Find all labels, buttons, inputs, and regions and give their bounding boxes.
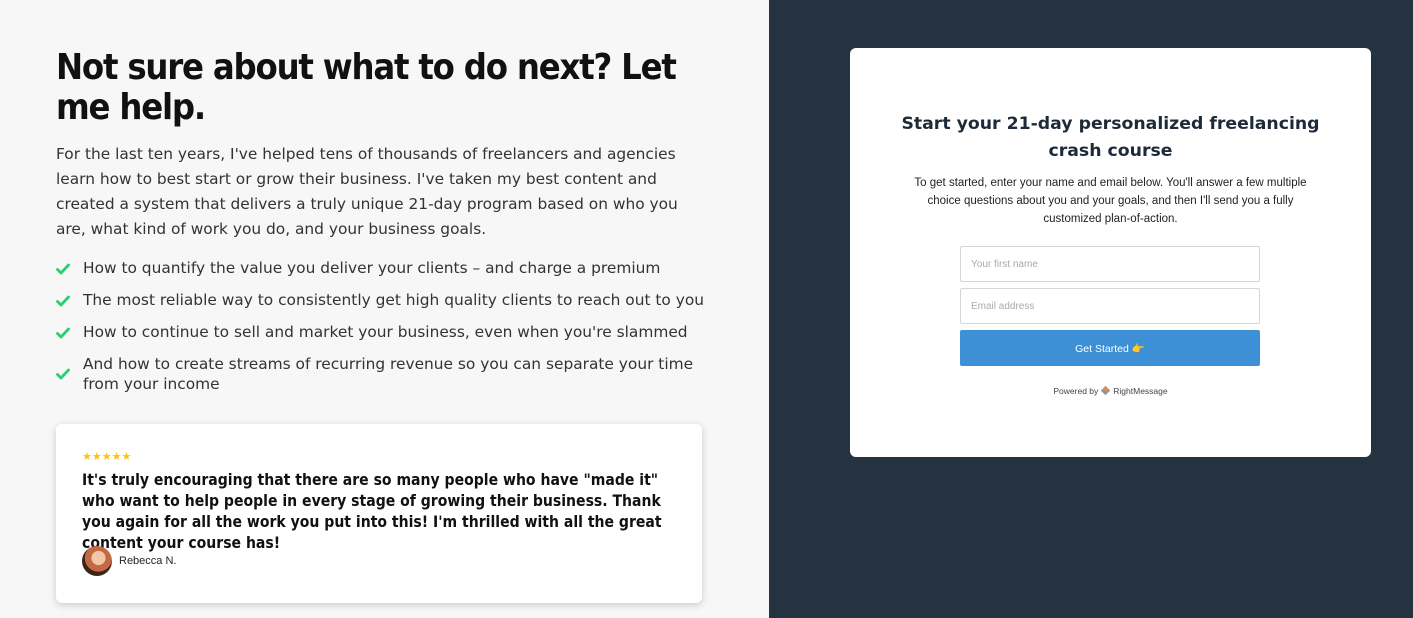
first-name-input[interactable] xyxy=(960,246,1260,282)
pointing-hand-icon: 👉 xyxy=(1131,342,1145,355)
list-item-text: And how to create streams of recurring r… xyxy=(83,355,694,393)
signup-form-card: Start your 21-day personalized freelanci… xyxy=(850,48,1371,457)
email-input[interactable] xyxy=(960,288,1260,324)
benefit-list: How to quantify the value you deliver yo… xyxy=(56,258,706,406)
get-started-label: Get Started xyxy=(1075,342,1129,355)
form-description: To get started, enter your name and emai… xyxy=(914,177,1307,225)
powered-by-prefix: Powered by xyxy=(1053,386,1099,396)
check-icon xyxy=(56,263,70,275)
testimonial-quote: It's truly encouraging that there are so… xyxy=(82,471,662,552)
list-item: How to quantify the value you deliver yo… xyxy=(56,258,706,278)
intro-paragraph: For the last ten years, I've helped tens… xyxy=(56,145,678,238)
list-item-text: The most reliable way to consistently ge… xyxy=(83,291,704,309)
check-icon xyxy=(56,327,70,339)
form-title: Start your 21-day personalized freelanci… xyxy=(901,114,1320,161)
testimonial-author: Rebecca N. xyxy=(119,555,177,567)
star-rating: ★★★★★ xyxy=(82,451,132,463)
powered-by[interactable]: Powered by RightMessage xyxy=(850,385,1371,397)
testimonial-card: ★★★★★ It's truly encouraging that there … xyxy=(56,424,702,603)
list-item-text: How to continue to sell and market your … xyxy=(83,323,688,341)
list-item-text: How to quantify the value you deliver yo… xyxy=(83,259,661,277)
list-item: And how to create streams of recurring r… xyxy=(56,354,706,394)
get-started-button[interactable]: Get Started 👉 xyxy=(960,330,1260,366)
powered-by-brand: RightMessage xyxy=(1113,386,1168,396)
list-item: How to continue to sell and market your … xyxy=(56,322,706,342)
page-headline: Not sure about what to do next? Let me h… xyxy=(56,47,677,128)
list-item: The most reliable way to consistently ge… xyxy=(56,290,706,310)
rightmessage-logo-icon xyxy=(1100,385,1111,396)
check-icon xyxy=(56,368,70,380)
avatar xyxy=(82,546,112,576)
check-icon xyxy=(56,295,70,307)
